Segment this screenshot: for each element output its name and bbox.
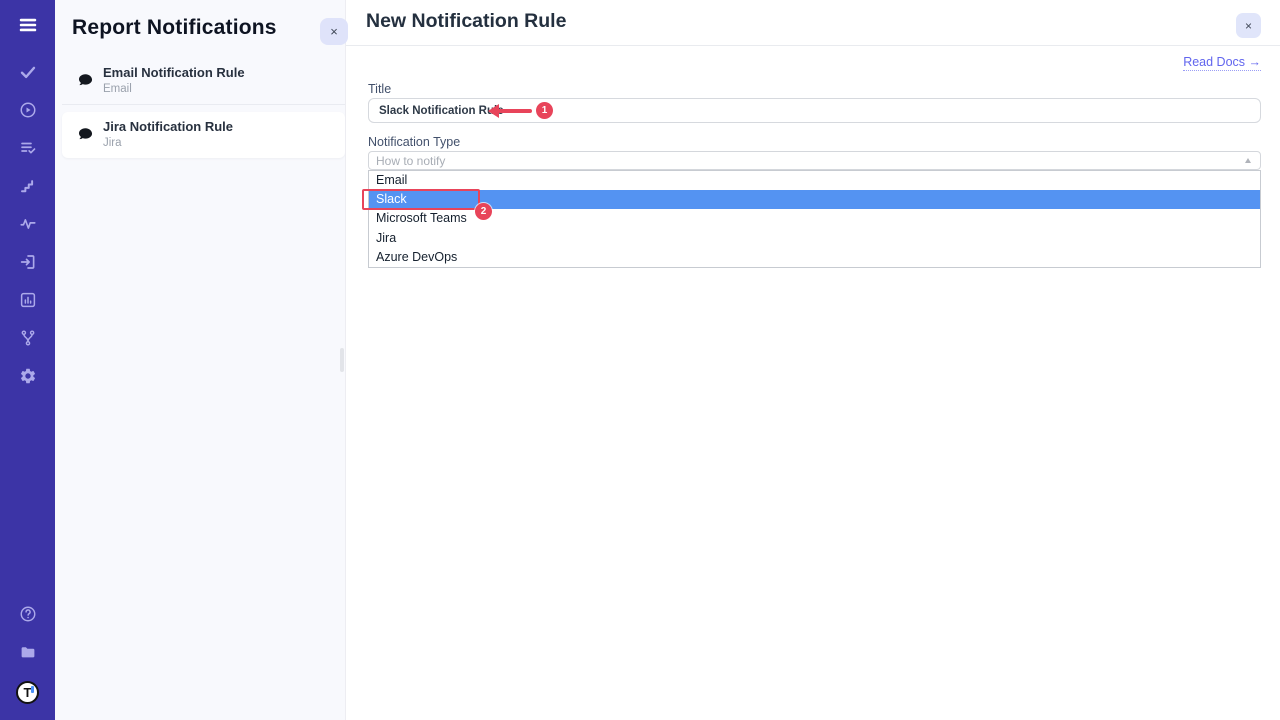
select-placeholder: How to notify — [376, 152, 445, 170]
type-field-label: Notification Type — [368, 135, 460, 149]
sidebar-footer: T — [16, 605, 39, 704]
rule-subtitle: Jira — [103, 137, 233, 149]
sidebar-button-play[interactable] — [19, 101, 37, 119]
import-box-icon — [19, 253, 37, 271]
list-item-jira-rule[interactable]: Jira Notification Rule Jira — [62, 112, 345, 158]
panel-scrollbar-thumb[interactable] — [340, 348, 344, 372]
option-email[interactable]: Email — [369, 171, 1260, 190]
caret-up-icon — [1245, 158, 1251, 163]
steps-icon — [19, 177, 37, 195]
app-window: T Report Notifications × Email Notificat… — [0, 0, 1280, 720]
chat-bubble-icon — [77, 126, 94, 143]
sidebar-button-import[interactable] — [19, 253, 37, 271]
rule-subtitle: Email — [103, 83, 245, 95]
title-field-label: Title — [368, 82, 391, 96]
sidebar-nav — [19, 63, 37, 385]
list-check-icon — [19, 139, 37, 157]
play-circle-icon — [19, 101, 37, 119]
help-circle-icon — [19, 605, 37, 623]
sidebar-button-check[interactable] — [19, 63, 37, 81]
folder-icon — [19, 643, 37, 662]
sidebar-button-folder[interactable] — [19, 643, 37, 661]
panel-title: Report Notifications — [72, 16, 277, 40]
chat-bubble-icon — [77, 72, 94, 89]
logo-accent — [31, 686, 34, 693]
notification-rules-list: Email Notification Rule Email Jira Notif… — [62, 58, 345, 158]
git-branch-icon — [19, 329, 37, 347]
bar-chart-icon — [19, 291, 37, 309]
page-title: New Notification Rule — [366, 10, 566, 33]
activity-pulse-icon — [19, 215, 37, 233]
rule-title: Email Notification Rule — [103, 65, 245, 81]
hamburger-icon — [17, 14, 39, 36]
check-icon — [19, 63, 37, 81]
rule-title: Jira Notification Rule — [103, 119, 233, 135]
sidebar-logo[interactable]: T — [16, 681, 39, 704]
option-microsoft-teams[interactable]: Microsoft Teams — [369, 209, 1260, 228]
notification-type-dropdown: Email Slack Microsoft Teams Jira Azure D… — [368, 170, 1261, 268]
drawer-close-button[interactable]: × — [1236, 13, 1261, 38]
notification-type-select[interactable]: How to notify — [368, 151, 1261, 170]
sidebar-button-settings[interactable] — [19, 367, 37, 385]
report-notifications-panel: Report Notifications × Email Notificatio… — [55, 0, 345, 720]
main-header: New Notification Rule × — [346, 0, 1280, 46]
option-azure-devops[interactable]: Azure DevOps — [369, 248, 1260, 267]
sidebar-button-list-check[interactable] — [19, 139, 37, 157]
gear-icon — [19, 367, 37, 385]
sidebar: T — [0, 0, 55, 720]
hamburger-menu-button[interactable] — [16, 13, 40, 37]
list-item-email-rule[interactable]: Email Notification Rule Email — [62, 58, 345, 105]
panel-close-button[interactable]: × — [320, 18, 348, 45]
sidebar-button-activity[interactable] — [19, 215, 37, 233]
main-content: New Notification Rule × Read Docs → Titl… — [345, 0, 1280, 720]
sidebar-button-bar-chart[interactable] — [19, 291, 37, 309]
read-docs-link[interactable]: Read Docs → — [1183, 55, 1261, 71]
sidebar-button-git-branch[interactable] — [19, 329, 37, 347]
sidebar-button-steps[interactable] — [19, 177, 37, 195]
option-slack[interactable]: Slack — [369, 190, 1260, 209]
sidebar-button-help[interactable] — [19, 605, 37, 623]
title-input[interactable] — [368, 98, 1261, 123]
option-jira[interactable]: Jira — [369, 229, 1260, 248]
